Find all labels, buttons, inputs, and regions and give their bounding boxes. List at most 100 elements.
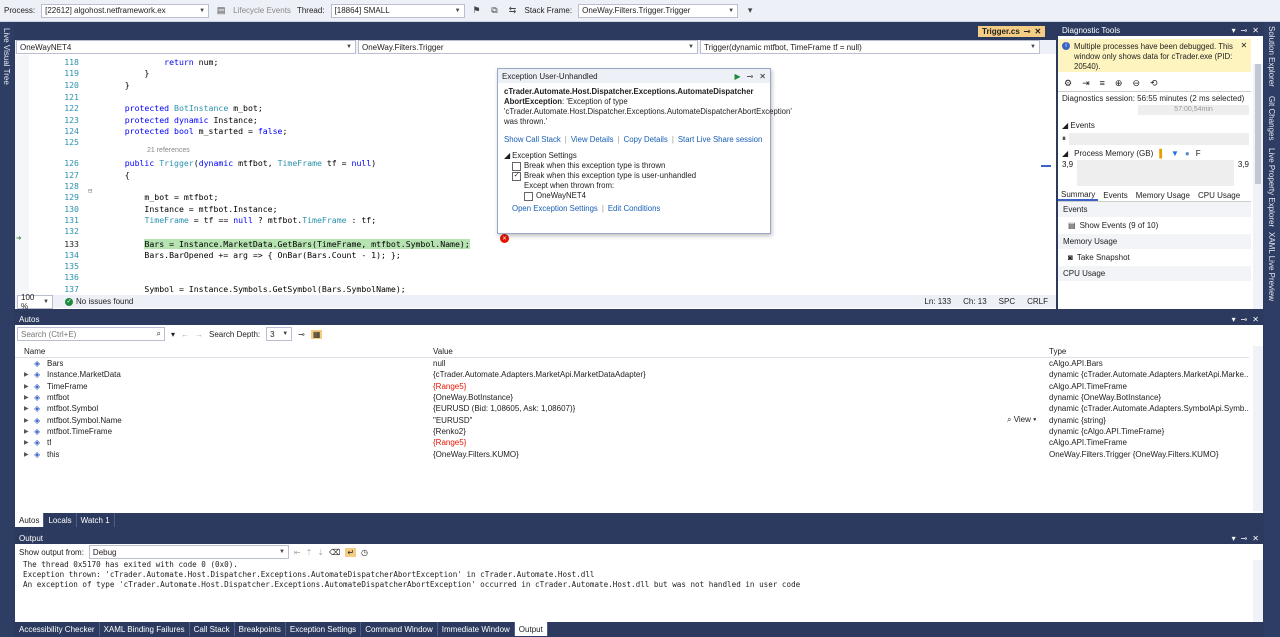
variable-value[interactable]: {OneWay.Filters.KUMO} [433,450,519,459]
tab-immediate-window[interactable]: Immediate Window [438,622,515,636]
member-dropdown[interactable]: Trigger(dynamic mtfbot, TimeFrame tf = n… [700,40,1040,54]
variable-value[interactable]: {EURUSD (Bid: 1,08605, Ask: 1,08607)} [433,404,575,413]
pin-icon[interactable]: ⊸ [1241,26,1248,35]
code-line[interactable]: } [105,68,149,78]
table-row[interactable]: ▶ ◈ tf {Range5} cAlgo.API.TimeFrame [15,437,1249,448]
break-unhandled-checkbox[interactable]: ✓ [512,171,521,181]
live-visual-tree-tab[interactable]: Live Visual Tree [2,28,11,85]
git-changes-tab[interactable]: Git Changes [1267,96,1276,140]
break-thrown-option[interactable]: Break when this exception type is thrown [512,161,764,171]
edit-conditions-link[interactable]: Edit Conditions [608,204,660,214]
expand-icon[interactable]: ▶ [24,451,29,458]
reset-zoom-icon[interactable]: ⟲ [1150,78,1158,89]
variable-value[interactable]: {Renko2} [433,427,466,436]
view-details-link[interactable]: View Details [571,135,614,145]
expand-icon[interactable]: ▶ [24,439,29,446]
module-option[interactable]: OneWayNET4 [524,191,764,201]
issues-indicator[interactable]: ✓ No issues found [65,297,133,306]
close-icon[interactable]: ✕ [1252,26,1259,35]
code-line[interactable]: Instance = mtfbot.Instance; [105,204,277,214]
tab-watch-1[interactable]: Watch 1 [77,513,115,527]
project-dropdown[interactable]: OneWayNET4 ▼ [16,40,356,54]
column-value[interactable]: Value [433,347,453,356]
clear-all-icon[interactable]: ⌫ [329,548,340,557]
breakpoint-margin[interactable] [15,55,29,295]
word-wrap-icon[interactable]: ↵ [345,547,357,557]
solution-explorer-tab[interactable]: Solution Explorer [1267,26,1276,87]
timestamp-icon[interactable]: ◷ [361,548,368,557]
autos-search-input[interactable]: Search (Ctrl+E) ⌕ [17,327,165,341]
diag-scrollbar[interactable] [1253,64,1263,309]
output-scrollbar[interactable] [1253,560,1263,622]
code-line[interactable]: { [105,170,130,180]
close-icon[interactable]: ✕ [1252,315,1259,324]
expand-icon[interactable]: ▶ [24,417,29,424]
table-row[interactable]: ▶ ◈ mtfbot.Symbol {EURUSD (Bid: 1,08605, As… [15,403,1249,414]
search-icon[interactable]: ⌕ [157,329,161,339]
code-line[interactable]: m_bot = mtfbot; [105,192,218,202]
break-unhandled-option[interactable]: ✓ Break when this exception type is user… [512,171,764,181]
select-tools-icon[interactable]: ≡ [1100,78,1105,89]
code-line[interactable]: Symbol = Instance.Symbols.GetSymbol(Bars… [105,284,405,294]
whitespace-mode[interactable]: SPC [999,297,1015,306]
tab-autos[interactable]: Autos [15,513,45,527]
memory-section[interactable]: ◢ Process Memory (GB) ▌ ▼ ● F [1058,146,1263,160]
autos-scrollbar[interactable] [1253,346,1263,511]
dropdown-icon[interactable]: ▾ [1232,26,1236,35]
tab-breakpoints[interactable]: Breakpoints [235,622,286,636]
overflow-icon[interactable]: ▾ [744,5,756,17]
table-row[interactable]: ▶ ◈ mtfbot.TimeFrame {Renko2} dynamic {cAlgo… [15,426,1249,437]
search-dropdown-icon[interactable]: ▾ [171,330,175,339]
xaml-live-preview-tab[interactable]: XAML Live Preview [1267,232,1276,301]
table-row[interactable]: ▶ ◈ Instance.MarketData {cTrader.Automate.A… [15,369,1249,380]
module-checkbox[interactable] [524,191,533,201]
pin-icon[interactable]: ⊸ [1024,27,1031,36]
table-row[interactable]: ▶ ◈ mtfbot {OneWay.BotInstance} dynamic {One… [15,392,1249,403]
expand-icon[interactable]: ▶ [24,428,29,435]
variable-value[interactable]: {cTrader.Automate.Adapters.MarketApi.Mar… [433,370,646,379]
column-type[interactable]: Type [1049,347,1066,356]
hex-display-icon[interactable]: ▦ [310,329,323,339]
thread-dropdown[interactable]: [18864] SMALL ▼ [330,3,465,18]
switch-icon[interactable]: ⇆ [507,5,519,17]
exception-settings-section[interactable]: ◢ Exception Settings [504,151,764,161]
events-track[interactable]: ⏸ [1062,132,1249,146]
tab-accessibility-checker[interactable]: Accessibility Checker [15,622,100,636]
zoom-out-icon[interactable]: ⊖ [1132,78,1140,89]
filter-threads-icon[interactable]: ⧉ [489,5,501,17]
flag-icon[interactable]: ⚑ [471,5,483,17]
close-icon[interactable]: ✕ [759,72,766,81]
lifecycle-icon[interactable]: ▤ [215,5,227,17]
code-line[interactable]: } [105,80,130,90]
back-arrow-icon[interactable]: ← [181,330,189,339]
close-icon[interactable]: ✕ [1252,534,1259,543]
table-row[interactable]: ▶ ◈ mtfbot.Symbol.Name "EURUSD" dynamic {str… [15,415,1249,426]
live-share-link[interactable]: Start Live Share session [678,135,763,145]
process-dropdown[interactable]: [22612] algohost.netframework.ex ▼ [41,3,210,18]
code-line[interactable]: protected BotInstance m_bot; [105,103,263,113]
expand-icon[interactable]: ▶ [24,394,29,401]
code-line[interactable]: protected bool m_started = false; [105,126,288,136]
table-row[interactable]: ◈ Bars null cAlgo.API.Bars [15,358,1249,369]
show-events-link[interactable]: ▤ Show Events (9 of 10) [1058,217,1263,234]
code-line[interactable]: protected dynamic Instance; [105,115,258,125]
show-call-stack-link[interactable]: Show Call Stack [504,135,561,145]
output-source-dropdown[interactable]: Debug ▼ [88,545,289,559]
variable-value[interactable]: null [433,359,445,368]
pause-icon[interactable]: ⏸ [1062,134,1066,144]
class-dropdown[interactable]: OneWay.Filters.Trigger ▼ [358,40,698,54]
collapse-icon[interactable]: ⊟ [88,187,92,195]
code-line[interactable]: public Trigger(dynamic mtfbot, TimeFrame… [105,158,376,168]
dropdown-icon[interactable]: ▾ [1232,315,1236,324]
tab-xaml-binding-failures[interactable]: XAML Binding Failures [100,622,190,636]
export-icon[interactable]: ⇥ [1082,78,1090,89]
close-icon[interactable]: ✕ [1240,41,1247,51]
settings-icon[interactable]: ⚙ [1064,78,1072,89]
expand-icon[interactable]: ▶ [24,371,29,378]
continue-icon[interactable]: ▶ [734,72,740,81]
tab-events[interactable]: Events [1100,189,1130,201]
copy-details-link[interactable]: Copy Details [624,135,668,145]
dropdown-icon[interactable]: ▾ [1232,534,1236,543]
find-message-icon[interactable]: ⇤ [294,548,301,557]
variable-value[interactable]: {Range5} [433,438,466,447]
